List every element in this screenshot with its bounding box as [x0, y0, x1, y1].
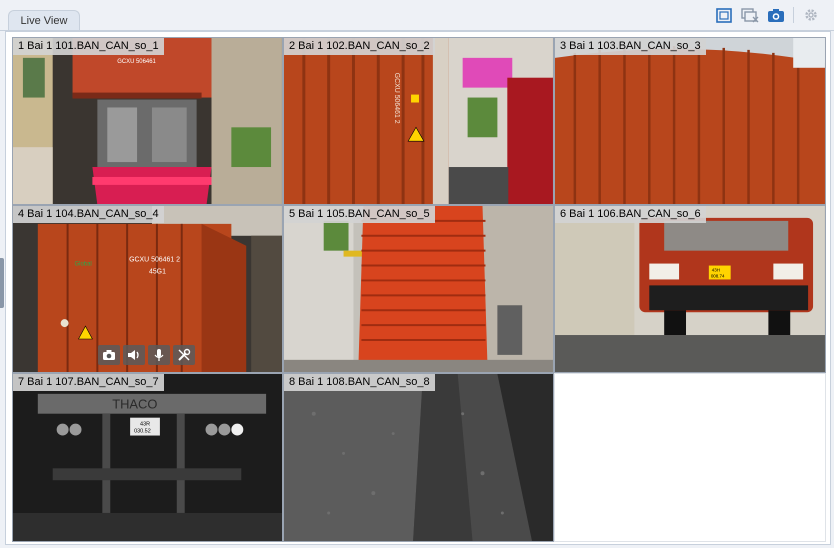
- camera-window-8[interactable]: 8 Bai 1 108.BAN_CAN_so_8: [283, 373, 554, 542]
- settings-icon[interactable]: [802, 6, 820, 24]
- camera-label: 8 Bai 1 108.BAN_CAN_so_8: [284, 374, 435, 391]
- camera-label: 2 Bai 1 102.BAN_CAN_so_2: [284, 38, 435, 55]
- side-panel-handle[interactable]: [0, 258, 4, 308]
- camera-window-6[interactable]: 43H 008.74 6 Bai 1 106.BAN_CAN_so_6: [554, 205, 826, 373]
- camera-label: 3 Bai 1 103.BAN_CAN_so_3: [555, 38, 706, 55]
- camera-label: 1 Bai 1 101.BAN_CAN_so_1: [13, 38, 164, 55]
- svg-text:45G1: 45G1: [149, 268, 166, 275]
- toolbar-separator: [793, 7, 794, 23]
- camera-window-5[interactable]: 5 Bai 1 105.BAN_CAN_so_5: [283, 205, 554, 373]
- camera-label: 6 Bai 1 106.BAN_CAN_so_6: [555, 206, 706, 223]
- capture-icon[interactable]: [767, 6, 785, 24]
- snapshot-icon[interactable]: [98, 345, 120, 365]
- camera-feed-2: GCXU 506461 2: [284, 38, 553, 204]
- camera-window-4[interactable]: GCXU 506461 2 45G1 Global 4 Bai 1 104.BA…: [12, 205, 283, 373]
- camera-feed-8: [284, 374, 553, 541]
- camera-feed-7: THACO 43R 030.52: [13, 374, 282, 541]
- camera-window-empty[interactable]: [554, 373, 826, 542]
- camera-feed-3: [555, 38, 825, 204]
- svg-text:Global: Global: [75, 262, 92, 268]
- camera-window-2[interactable]: GCXU 506461 2 2 Bai 1 102.BAN_CAN_so_2: [283, 37, 554, 205]
- camera-grid: GCXU 506461 1 Bai 1 101.BAN_CAN_so_1 GCX…: [12, 37, 826, 542]
- svg-text:43R: 43R: [140, 422, 150, 428]
- camera-label: 7 Bai 1 107.BAN_CAN_so_7: [13, 374, 164, 391]
- camera-overlay-controls: [98, 345, 195, 365]
- toolbar: [715, 6, 820, 24]
- svg-text:008.74: 008.74: [711, 273, 725, 278]
- camera-window-7[interactable]: THACO 43R 030.52 7 Bai 1 107.BAN_CAN_so_…: [12, 373, 283, 542]
- svg-text:GCXU 506461: GCXU 506461: [117, 59, 156, 65]
- svg-text:GCXU 506461 2: GCXU 506461 2: [129, 257, 180, 264]
- camera-window-1[interactable]: GCXU 506461 1 Bai 1 101.BAN_CAN_so_1: [12, 37, 283, 205]
- camera-feed-6: 43H 008.74: [555, 206, 825, 372]
- camera-window-3[interactable]: 3 Bai 1 103.BAN_CAN_so_3: [554, 37, 826, 205]
- microphone-icon[interactable]: [148, 345, 170, 365]
- svg-text:030.52: 030.52: [134, 429, 151, 435]
- audio-icon[interactable]: [123, 345, 145, 365]
- tab-live-view[interactable]: Live View: [8, 10, 80, 31]
- svg-text:43H: 43H: [712, 268, 720, 273]
- svg-text:THACO: THACO: [112, 397, 157, 412]
- camera-label: 5 Bai 1 105.BAN_CAN_so_5: [284, 206, 435, 223]
- layout-icon[interactable]: [715, 6, 733, 24]
- svg-text:GCXU 506461 2: GCXU 506461 2: [393, 73, 400, 124]
- tools-icon[interactable]: [173, 345, 195, 365]
- camera-feed-5: [284, 206, 553, 372]
- close-all-windows-icon[interactable]: [741, 6, 759, 24]
- camera-label: 4 Bai 1 104.BAN_CAN_so_4: [13, 206, 164, 223]
- camera-feed-1: GCXU 506461: [13, 38, 282, 204]
